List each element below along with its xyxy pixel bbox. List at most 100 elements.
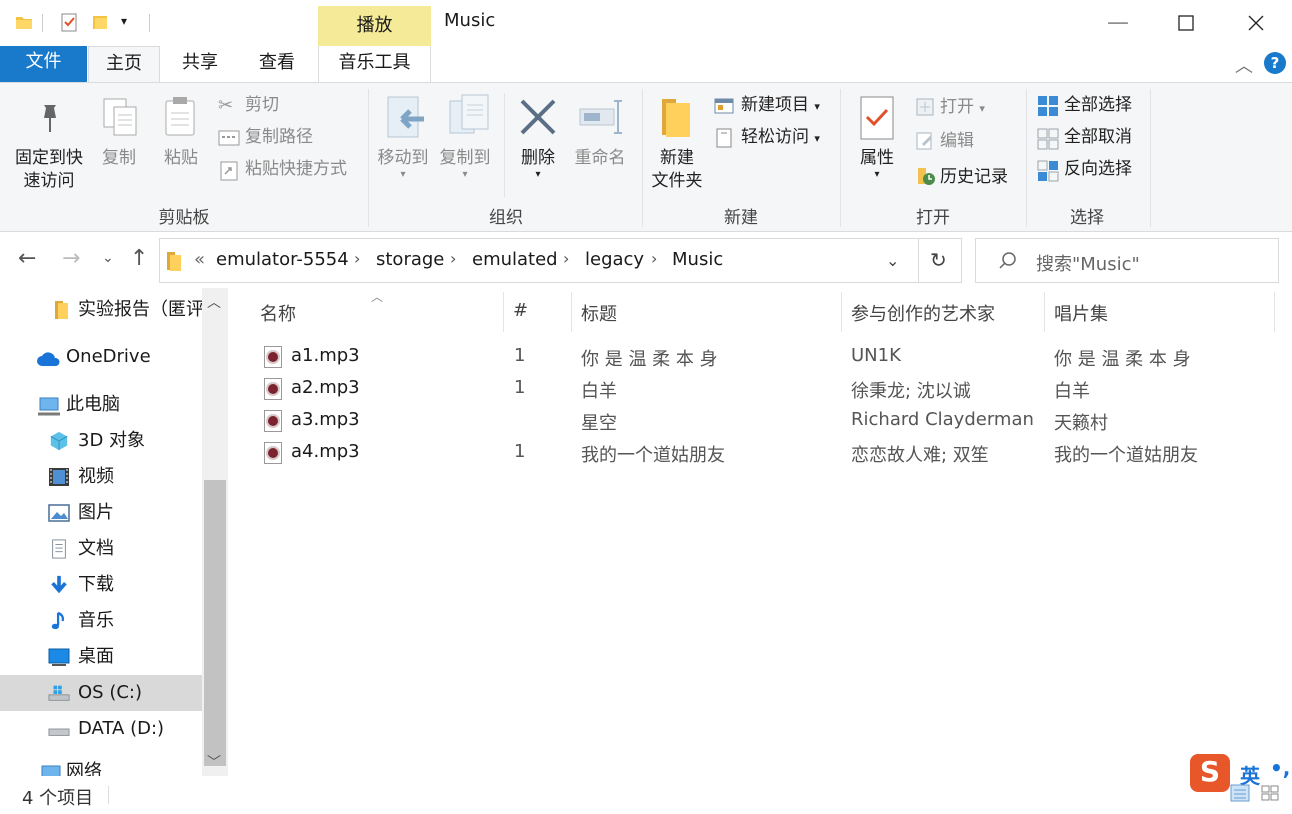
- nav-item-documents[interactable]: 文档: [0, 531, 202, 567]
- column-header-artist[interactable]: 参与创作的艺术家: [851, 300, 995, 326]
- easy-access-button[interactable]: 轻松访问 ▾: [741, 126, 820, 150]
- move-to-icon: [387, 96, 424, 138]
- breadcrumb-item[interactable]: Music: [672, 249, 723, 270]
- nav-item-network[interactable]: 网络: [0, 758, 202, 776]
- column-header-name[interactable]: 名称: [260, 300, 296, 326]
- pin-icon: [44, 105, 56, 132]
- large-icons-view-icon[interactable]: [1260, 784, 1280, 802]
- paste-button[interactable]: 粘贴: [158, 147, 204, 170]
- move-to-button[interactable]: 移动到 ▾: [372, 147, 434, 180]
- ribbon-tabs: 文件 主页 共享 查看 音乐工具 ︿ ?: [0, 46, 1292, 83]
- nav-item-desktop[interactable]: 桌面: [0, 639, 202, 675]
- select-all-button[interactable]: 全部选择: [1064, 94, 1132, 116]
- nav-item-os-c[interactable]: OS (C:): [0, 675, 202, 711]
- table-row[interactable]: a2.mp3 1 白羊 徐秉龙; 沈以诚 白羊: [250, 374, 1280, 404]
- breadcrumb-item[interactable]: emulated: [472, 249, 558, 270]
- properties-button[interactable]: 属性 ▾: [852, 147, 902, 180]
- ime-punctuation-icon[interactable]: •,: [1270, 756, 1290, 780]
- column-header-album[interactable]: 唱片集: [1054, 300, 1108, 326]
- help-icon[interactable]: ?: [1264, 52, 1286, 74]
- table-row[interactable]: a3.mp3 星空 Richard Clayderman 天籁村: [250, 406, 1280, 436]
- track-title: 白羊: [581, 381, 617, 402]
- nav-scrollbar-thumb[interactable]: [204, 480, 226, 766]
- scroll-up-icon[interactable]: ︿: [207, 292, 221, 312]
- column-header-title[interactable]: 标题: [581, 300, 617, 326]
- column-header-track[interactable]: #: [513, 300, 528, 321]
- nav-item-data-d[interactable]: DATA (D:): [0, 711, 202, 747]
- nav-item-3d-objects[interactable]: 3D 对象: [0, 423, 202, 459]
- edit-button[interactable]: 编辑: [940, 130, 974, 152]
- new-folder-quick-icon[interactable]: [90, 12, 110, 32]
- breadcrumb-item[interactable]: legacy: [585, 249, 644, 270]
- history-button[interactable]: 历史记录: [940, 166, 1008, 188]
- forward-arrow-icon[interactable]: →: [62, 246, 80, 271]
- rename-button[interactable]: 重命名: [570, 147, 630, 170]
- table-row[interactable]: a1.mp3 1 你 是 温 柔 本 身 UN1K 你 是 温 柔 本 身: [250, 342, 1280, 372]
- collapse-ribbon-icon[interactable]: ︿: [1235, 52, 1253, 78]
- open-icon: [916, 98, 934, 116]
- tab-music-tools[interactable]: 音乐工具: [318, 46, 431, 82]
- column-divider[interactable]: [503, 292, 504, 332]
- delete-button[interactable]: 删除 ▾: [512, 147, 564, 180]
- nav-item-pictures[interactable]: 图片: [0, 495, 202, 531]
- column-divider[interactable]: [1274, 292, 1275, 332]
- column-divider[interactable]: [1044, 292, 1045, 332]
- address-dropdown-icon[interactable]: ⌄: [886, 251, 899, 270]
- maximize-button[interactable]: [1151, 0, 1221, 46]
- close-button[interactable]: [1221, 0, 1291, 46]
- recent-locations-chevron-icon[interactable]: ⌄: [102, 250, 114, 266]
- copy-button[interactable]: 复制: [96, 147, 142, 170]
- breadcrumb-overflow[interactable]: «: [194, 249, 205, 270]
- quick-access-dropdown-icon[interactable]: ▾: [121, 14, 127, 28]
- minimize-button[interactable]: —: [1083, 0, 1153, 46]
- back-arrow-icon[interactable]: ←: [18, 246, 36, 271]
- copy-path-button[interactable]: 复制路径: [245, 126, 313, 148]
- open-button[interactable]: 打开 ▾: [940, 96, 985, 120]
- mp3-file-icon: [264, 378, 282, 400]
- select-none-button[interactable]: 全部取消: [1064, 126, 1132, 148]
- column-divider[interactable]: [571, 292, 572, 332]
- scroll-down-icon[interactable]: ﹀: [207, 752, 221, 772]
- details-view-icon[interactable]: [1230, 784, 1250, 802]
- copy-path-icon: [218, 130, 240, 146]
- edit-icon: [916, 132, 933, 150]
- track-artist: 恋恋故人难; 双笙: [851, 445, 989, 466]
- tab-file[interactable]: 文件: [0, 46, 87, 82]
- new-folder-button[interactable]: 新建 文件夹: [646, 147, 708, 193]
- breadcrumb-chevron-icon[interactable]: ›: [563, 249, 569, 268]
- picture-icon: [48, 504, 70, 522]
- navigation-pane: 实验报告（匿评 OneDrive 此电脑 3D 对象 视频 图片 文档 下载 音…: [0, 288, 230, 776]
- table-row[interactable]: a4.mp3 1 我的一个道姑朋友 恋恋故人难; 双笙 我的一个道姑朋友: [250, 438, 1280, 468]
- new-item-button[interactable]: 新建项目 ▾: [741, 94, 820, 118]
- breadcrumb-chevron-icon[interactable]: ›: [354, 249, 360, 268]
- cut-button[interactable]: 剪切: [245, 94, 279, 116]
- address-box[interactable]: « emulator-5554 › storage › emulated › l…: [159, 238, 962, 283]
- search-box[interactable]: 搜索"Music": [975, 238, 1279, 283]
- ime-logo-icon[interactable]: S: [1190, 754, 1230, 792]
- nav-item-this-pc[interactable]: 此电脑: [0, 387, 202, 423]
- refresh-icon[interactable]: ↻: [930, 248, 947, 272]
- select-none-icon: [1037, 128, 1059, 150]
- pin-quick-access-button[interactable]: 固定到快 速访问: [8, 147, 90, 193]
- column-divider[interactable]: [841, 292, 842, 332]
- invert-selection-button[interactable]: 反向选择: [1064, 158, 1132, 180]
- tab-share[interactable]: 共享: [163, 46, 237, 82]
- breadcrumb-chevron-icon[interactable]: ›: [651, 249, 657, 268]
- group-label-organize: 组织: [489, 208, 523, 228]
- paste-shortcut-button[interactable]: 粘贴快捷方式: [245, 158, 347, 180]
- nav-item-music[interactable]: 音乐: [0, 603, 202, 639]
- breadcrumb-chevron-icon[interactable]: ›: [450, 249, 456, 268]
- nav-item-videos[interactable]: 视频: [0, 459, 202, 495]
- up-arrow-icon[interactable]: ↑: [130, 246, 148, 271]
- breadcrumb-item[interactable]: emulator-5554: [216, 249, 349, 270]
- nav-item-report-folder[interactable]: 实验报告（匿评: [0, 292, 204, 328]
- tab-view[interactable]: 查看: [240, 46, 314, 82]
- copy-to-button[interactable]: 复制到 ▾: [434, 147, 496, 180]
- folder-icon: [55, 301, 68, 319]
- breadcrumb-item[interactable]: storage: [376, 249, 444, 270]
- nav-item-onedrive[interactable]: OneDrive: [0, 339, 202, 375]
- nav-item-downloads[interactable]: 下载: [0, 567, 202, 603]
- tab-home[interactable]: 主页: [88, 46, 160, 83]
- properties-icon[interactable]: [59, 12, 79, 32]
- select-all-icon: [1038, 96, 1058, 116]
